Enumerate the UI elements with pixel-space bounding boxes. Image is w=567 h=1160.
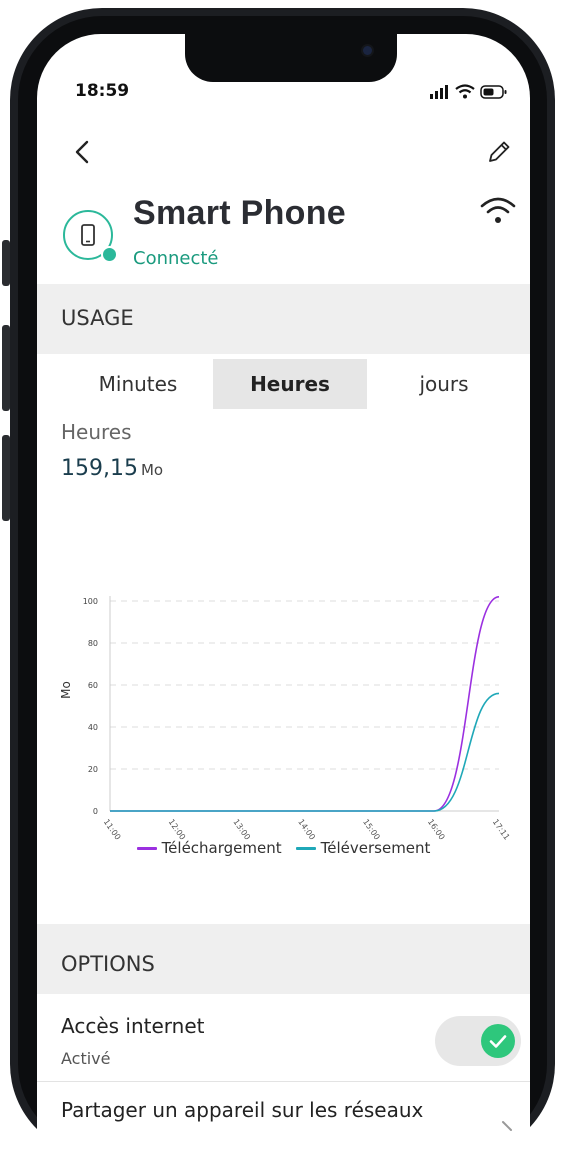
x-tick-label: 14:00 (296, 818, 317, 842)
total-usage-unit: Mo (140, 461, 164, 479)
x-tick-label: 15:00 (361, 818, 382, 842)
internet-access-toggle[interactable] (435, 1016, 521, 1066)
series-line-upload (110, 692, 500, 812)
connection-status-dot (101, 246, 118, 263)
legend-swatch (295, 846, 316, 850)
options-section-title: OPTIONS (61, 952, 155, 976)
wifi-icon (455, 84, 475, 99)
app-screen: 18:59 Smart Phone Connecté USAGE Minutes… (37, 34, 530, 1160)
cellular-signal-icon (430, 84, 448, 99)
share-device-chevron[interactable] (499, 1114, 517, 1144)
y-tick-label: 20 (88, 765, 98, 774)
legend-item: Téléversement (295, 839, 431, 857)
device-name: Smart Phone (133, 194, 347, 232)
phone-side-button (2, 325, 10, 411)
phone-side-button (2, 435, 10, 521)
legend-label: Téléchargement (161, 839, 282, 857)
front-camera (363, 46, 372, 55)
chart-legend: Téléchargement Téléversement (37, 839, 530, 857)
x-tick-label: 16:00 (426, 818, 447, 842)
connection-wifi-icon (477, 194, 519, 228)
pencil-icon (489, 141, 510, 162)
y-tick-label: 0 (93, 807, 98, 816)
phone-side-button (2, 240, 10, 286)
y-tick-label: 80 (88, 639, 98, 648)
status-icons (430, 84, 508, 99)
notch (185, 34, 397, 82)
x-tick-label: 12:00 (167, 818, 188, 842)
usage-chart: 0 20 40 60 80 100 Mo 11:00 12:00 13:00 14:00 15:00 1… (59, 596, 512, 842)
legend-label: Téléversement (320, 839, 431, 857)
tab-minutes[interactable]: Minutes (61, 359, 215, 409)
legend-item: Téléchargement (136, 839, 282, 857)
tab-jours[interactable]: jours (367, 359, 521, 409)
total-usage: 159,15 Mo (61, 456, 163, 481)
y-axis-label: Mo (59, 681, 73, 699)
edit-button[interactable] (483, 136, 513, 166)
tab-heures[interactable]: Heures (213, 359, 367, 409)
x-tick-label: 17:11 (491, 818, 512, 842)
chevron-left-icon (75, 140, 89, 164)
x-tick-label: 11:00 (102, 818, 123, 842)
status-time: 18:59 (75, 81, 130, 101)
toggle-knob (481, 1024, 515, 1058)
device-status: Connecté (133, 248, 219, 269)
battery-icon (480, 84, 507, 99)
share-device-item[interactable]: Partager un appareil sur les réseaux (61, 1098, 423, 1122)
divider (37, 1081, 530, 1082)
y-tick-label: 100 (83, 597, 98, 606)
y-tick-label: 40 (88, 723, 98, 732)
period-label: Heures (61, 420, 132, 444)
y-tick-label: 60 (88, 681, 98, 690)
total-usage-value: 159,15 (61, 456, 138, 481)
wifi-icon (480, 197, 516, 223)
series-line-download (110, 596, 500, 812)
internet-access-status: Activé (61, 1049, 111, 1068)
legend-swatch (136, 846, 157, 850)
chevron-right-icon (502, 1121, 512, 1131)
internet-access-title: Accès internet (61, 1014, 205, 1038)
back-button[interactable] (69, 134, 99, 168)
usage-section-title: USAGE (61, 306, 134, 330)
checkmark-icon (489, 1035, 507, 1048)
x-tick-label: 13:00 (231, 818, 252, 842)
